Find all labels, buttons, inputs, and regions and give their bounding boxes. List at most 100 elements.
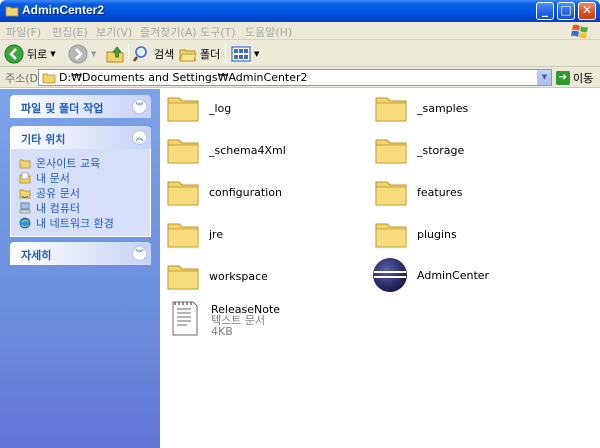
link-label: 내 네트워크 환경 (36, 216, 114, 230)
file-item[interactable]: _storage (374, 133, 464, 167)
folder-icon (167, 223, 199, 248)
maximize-button[interactable]: □ (557, 2, 575, 20)
link-onsite-training[interactable]: 온사이트 교육 (19, 155, 150, 170)
file-name: AdminCenter (417, 268, 490, 282)
panel-file-folder-tasks: 파일 및 폴더 작업 ︾ (10, 95, 151, 118)
folders-icon (179, 49, 197, 61)
go-arrow-icon: ➔ (556, 71, 570, 85)
folder-icon (167, 97, 199, 122)
search-icon (133, 45, 147, 62)
file-item[interactable]: AdminCenter (372, 257, 489, 293)
forward-button[interactable]: ▼ (68, 43, 96, 64)
minimize-button[interactable]: _ (536, 2, 554, 20)
search-button[interactable]: 검색 (133, 43, 174, 64)
menu-help[interactable]: 도움말(H) (245, 24, 292, 40)
folder-icon (5, 6, 19, 17)
chevron-down-icon[interactable]: ▼ (91, 50, 96, 58)
menu-view[interactable]: 보기(V) (96, 24, 132, 40)
my-computer-icon (19, 202, 31, 213)
expand-chevron-icon[interactable]: ︾ (132, 246, 147, 261)
windows-logo-icon (571, 24, 588, 39)
toolbar-divider (128, 44, 129, 63)
menu-favorites[interactable]: 즐겨찾기(A) (140, 24, 197, 40)
folder-icon (375, 181, 407, 206)
title-bar[interactable]: AdminCenter2 _ □ ✕ (0, 0, 600, 22)
menu-bar: 파일(F) 편집(E) 보기(V) 즐겨찾기(A) 도구(T) 도움말(H) (0, 22, 600, 40)
file-name: _storage (417, 143, 465, 157)
chevron-down-icon[interactable]: ▼ (50, 50, 55, 58)
panel-details: 자세히 ︾ (10, 242, 151, 265)
back-arrow-icon (4, 44, 24, 63)
address-input[interactable]: D:₩Documents and Settings₩AdminCenter2 ▼ (38, 69, 552, 86)
menu-tools[interactable]: 도구(T) (200, 24, 236, 40)
panel-title: 기타 위치 (21, 133, 66, 146)
link-label: 내 컴퓨터 (36, 201, 80, 215)
views-icon (231, 45, 251, 62)
folder-icon (375, 139, 407, 164)
menu-edit[interactable]: 편집(E) (52, 24, 88, 40)
file-item[interactable]: _samples (374, 91, 468, 125)
link-my-documents[interactable]: 내 문서 (19, 170, 150, 185)
link-my-network[interactable]: 내 네트워크 환경 (19, 215, 150, 230)
folders-label: 폴더 (200, 47, 221, 61)
panel-header[interactable]: 파일 및 폴더 작업 ︾ (10, 95, 151, 118)
file-name: jre (209, 227, 224, 241)
text-document-icon (172, 301, 198, 336)
search-label: 검색 (154, 47, 175, 61)
link-shared-documents[interactable]: 공유 문서 (19, 185, 150, 200)
window-title: AdminCenter2 (22, 3, 105, 17)
folder-icon (42, 73, 56, 84)
file-name: plugins (417, 227, 457, 241)
file-item[interactable]: ReleaseNote 텍스트 문서 4KB (168, 299, 280, 337)
folder-icon (167, 265, 199, 290)
panel-header[interactable]: 자세히 ︾ (10, 242, 151, 265)
forward-arrow-icon (68, 44, 88, 63)
address-bar: 주소(D) D:₩Documents and Settings₩AdminCen… (0, 67, 600, 88)
file-name: features (417, 185, 463, 199)
file-item[interactable]: _schema4Xml (166, 133, 286, 167)
panel-body: 온사이트 교육 내 문서 공유 문서 내 컴퓨터 내 네트워크 환경 (10, 149, 151, 237)
file-name: _schema4Xml (209, 143, 286, 157)
my-documents-icon (19, 172, 31, 183)
address-label: 주소(D) (5, 72, 43, 85)
panel-title: 자세히 (21, 249, 52, 262)
expand-chevron-icon[interactable]: ︾ (132, 99, 147, 114)
chevron-down-icon[interactable]: ▼ (254, 50, 259, 58)
views-button[interactable]: ▼ (231, 43, 259, 64)
go-button[interactable]: ➔ 이동 (556, 70, 593, 86)
file-item[interactable]: configuration (166, 175, 282, 209)
back-button[interactable]: 뒤로 ▼ (4, 43, 56, 64)
back-label: 뒤로 (27, 47, 48, 61)
file-item[interactable]: features (374, 175, 462, 209)
file-name: workspace (209, 269, 268, 283)
link-label: 내 문서 (36, 171, 70, 185)
panel-other-places: 기타 위치 ︽ 온사이트 교육 내 문서 공유 문서 내 컴퓨터 내 네트워크 … (10, 126, 151, 237)
panel-title: 파일 및 폴더 작업 (21, 102, 104, 115)
folders-button[interactable]: 폴더 (179, 43, 220, 64)
file-list: _log _samples _schema4Xml _storage confi… (160, 89, 600, 448)
up-folder-icon (106, 45, 124, 62)
folder-icon (167, 139, 199, 164)
address-dropdown-icon[interactable]: ▼ (537, 70, 551, 85)
folder-icon (167, 181, 199, 206)
folder-icon (375, 97, 407, 122)
shared-folder-icon (19, 189, 31, 198)
file-item[interactable]: _log (166, 91, 231, 125)
address-text: D:₩Documents and Settings₩AdminCenter2 (59, 71, 308, 84)
file-item[interactable]: workspace (166, 259, 268, 293)
folder-icon (375, 223, 407, 248)
toolbar-divider (225, 44, 226, 63)
up-folder-button[interactable] (105, 43, 125, 64)
network-icon (19, 217, 31, 228)
menu-file[interactable]: 파일(F) (6, 24, 41, 40)
close-button[interactable]: ✕ (578, 2, 596, 20)
eclipse-app-icon (373, 258, 408, 292)
link-label: 온사이트 교육 (36, 156, 101, 170)
link-my-computer[interactable]: 내 컴퓨터 (19, 200, 150, 215)
panel-header[interactable]: 기타 위치 ︽ (10, 126, 151, 149)
go-label: 이동 (573, 72, 594, 85)
collapse-chevron-icon[interactable]: ︽ (132, 130, 147, 145)
file-item[interactable]: plugins (374, 217, 457, 251)
file-item[interactable]: jre (166, 217, 223, 251)
file-name: _log (209, 101, 232, 115)
